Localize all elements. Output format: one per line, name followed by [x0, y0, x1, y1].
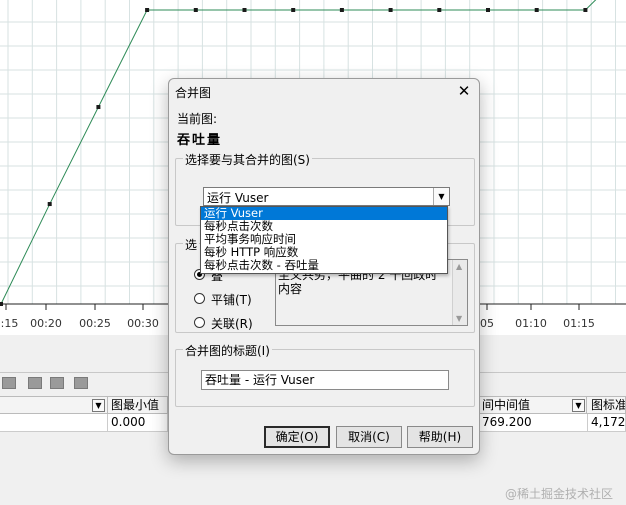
merge-type-group-label: 选 — [183, 236, 200, 253]
x-tick-label: 0:15 — [0, 317, 19, 330]
data-point — [583, 8, 588, 12]
dropdown-item[interactable]: 每秒点击次数 — [201, 220, 447, 233]
dropdown-item[interactable]: 平均事务响应时间 — [201, 233, 447, 246]
dialog-title: 合并图 — [175, 86, 212, 100]
x-tick-label: 00:20 — [30, 317, 62, 330]
scroll-down-icon[interactable]: ▼ — [456, 314, 462, 323]
watermark: @稀土掘金技术社区 — [505, 487, 614, 501]
radio-label: 平铺(T) — [211, 293, 252, 307]
help-button[interactable]: 帮助(H) — [407, 426, 473, 448]
select-graph-group-label: 选择要与其合并的图(S) — [183, 151, 312, 168]
dropdown-item[interactable]: 每秒点击次数 - 吞吐量 — [201, 259, 447, 272]
data-point — [486, 8, 490, 12]
radio-label: 关联(R) — [211, 317, 253, 331]
graph-combobox[interactable]: 运行 Vuser ▼ — [203, 187, 450, 206]
merged-title-group: 合并图的标题(I) 吞吐量 - 运行 Vuser — [175, 342, 475, 407]
data-point — [47, 202, 52, 207]
sort-icon[interactable] — [50, 377, 64, 389]
graph-dropdown-list: 运行 Vuser 每秒点击次数 平均事务响应时间 每秒 HTTP 响应数 每秒点… — [200, 206, 448, 274]
data-point — [145, 8, 150, 12]
col-header-stddev[interactable]: 图标准 — [588, 397, 626, 413]
x-tick-label: 00:30 — [127, 317, 159, 330]
x-tick-label: 00:25 — [79, 317, 111, 330]
data-point — [437, 8, 442, 12]
merged-title-input[interactable]: 吞吐量 - 运行 Vuser — [201, 370, 449, 390]
col-dropdown-icon[interactable]: ▼ — [572, 399, 585, 412]
cancel-button[interactable]: 取消(C) — [336, 426, 402, 448]
data-point — [0, 302, 3, 306]
data-point — [388, 8, 393, 12]
description-scrollbar[interactable]: ▲ ▼ — [452, 260, 467, 325]
close-icon[interactable]: ✕ — [455, 82, 473, 100]
x-tick-label: 01:15 — [563, 317, 595, 330]
grid-icon[interactable] — [2, 377, 16, 389]
col-header-median[interactable]: 间中间值 — [479, 397, 587, 413]
cell-min: 0.000 — [108, 414, 168, 431]
col-header-min[interactable]: 图最小值 — [108, 397, 168, 413]
data-point — [291, 8, 296, 12]
radio-circle[interactable] — [194, 317, 205, 328]
cell-median: 769.200 — [479, 414, 588, 431]
radio-correlate[interactable]: 关联(R) — [194, 315, 274, 331]
dropdown-item[interactable]: 运行 Vuser — [201, 207, 447, 220]
ok-button[interactable]: 确定(O) — [264, 426, 330, 448]
scroll-up-icon[interactable]: ▲ — [456, 262, 462, 271]
toggle-icon[interactable] — [28, 377, 42, 389]
current-graph-label: 当前图: — [177, 112, 218, 126]
dropdown-item[interactable]: 每秒 HTTP 响应数 — [201, 246, 447, 259]
radio-tile[interactable]: 平铺(T) — [194, 291, 274, 307]
radio-circle[interactable] — [194, 293, 205, 304]
data-point — [242, 8, 247, 12]
merged-title-group-label: 合并图的标题(I) — [183, 342, 272, 359]
cell-blank — [0, 414, 108, 431]
export-icon[interactable] — [74, 377, 88, 389]
graph-combobox-value: 运行 Vuser — [207, 191, 269, 205]
cell-stddev: 4,172.8 — [588, 414, 626, 431]
data-point — [339, 8, 344, 12]
current-graph-value: 吞吐量 — [177, 133, 223, 148]
data-point — [534, 8, 539, 12]
data-point — [96, 105, 101, 110]
data-point — [193, 8, 198, 12]
chevron-down-icon[interactable]: ▼ — [433, 188, 449, 205]
col-dropdown-icon[interactable]: ▼ — [92, 399, 105, 412]
x-tick-label: 01:10 — [515, 317, 547, 330]
